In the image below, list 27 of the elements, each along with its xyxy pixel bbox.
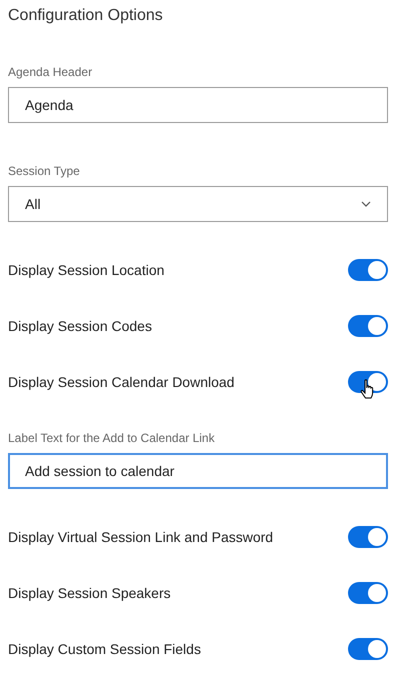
toggle-label: Display Virtual Session Link and Password: [8, 529, 274, 545]
toggle-switch[interactable]: [348, 259, 388, 281]
field-label: Agenda Header: [8, 64, 92, 80]
switch-knob: [368, 373, 386, 391]
switch-knob: [368, 584, 386, 602]
hand-cursor-icon: [360, 379, 376, 401]
toggle-label: Display Custom Session Fields: [8, 641, 201, 657]
field-label: Session Type: [8, 163, 80, 179]
dropdown-field[interactable]: All: [8, 186, 388, 222]
switch-knob: [368, 317, 386, 335]
toggle-switch[interactable]: [348, 526, 388, 548]
toggle-label: Display Session Location: [8, 262, 164, 278]
toggle-switch[interactable]: [348, 582, 388, 604]
field-label: Label Text for the Add to Calendar Link: [8, 430, 215, 446]
switch-knob: [368, 528, 386, 546]
switch-knob: [368, 261, 386, 279]
toggle-label: Display Session Calendar Download: [8, 374, 234, 390]
toggle-switch[interactable]: [348, 371, 388, 393]
panel-title: Configuration Options: [8, 7, 163, 24]
toggle-switch[interactable]: [348, 315, 388, 337]
text-field[interactable]: Add session to calendar: [8, 453, 388, 489]
chevron-down-icon: [361, 201, 371, 207]
toggle-label: Display Session Speakers: [8, 585, 171, 601]
toggle-switch[interactable]: [348, 638, 388, 660]
toggle-label: Display Session Codes: [8, 318, 152, 334]
switch-knob: [368, 640, 386, 658]
text-field[interactable]: Agenda: [8, 87, 388, 123]
